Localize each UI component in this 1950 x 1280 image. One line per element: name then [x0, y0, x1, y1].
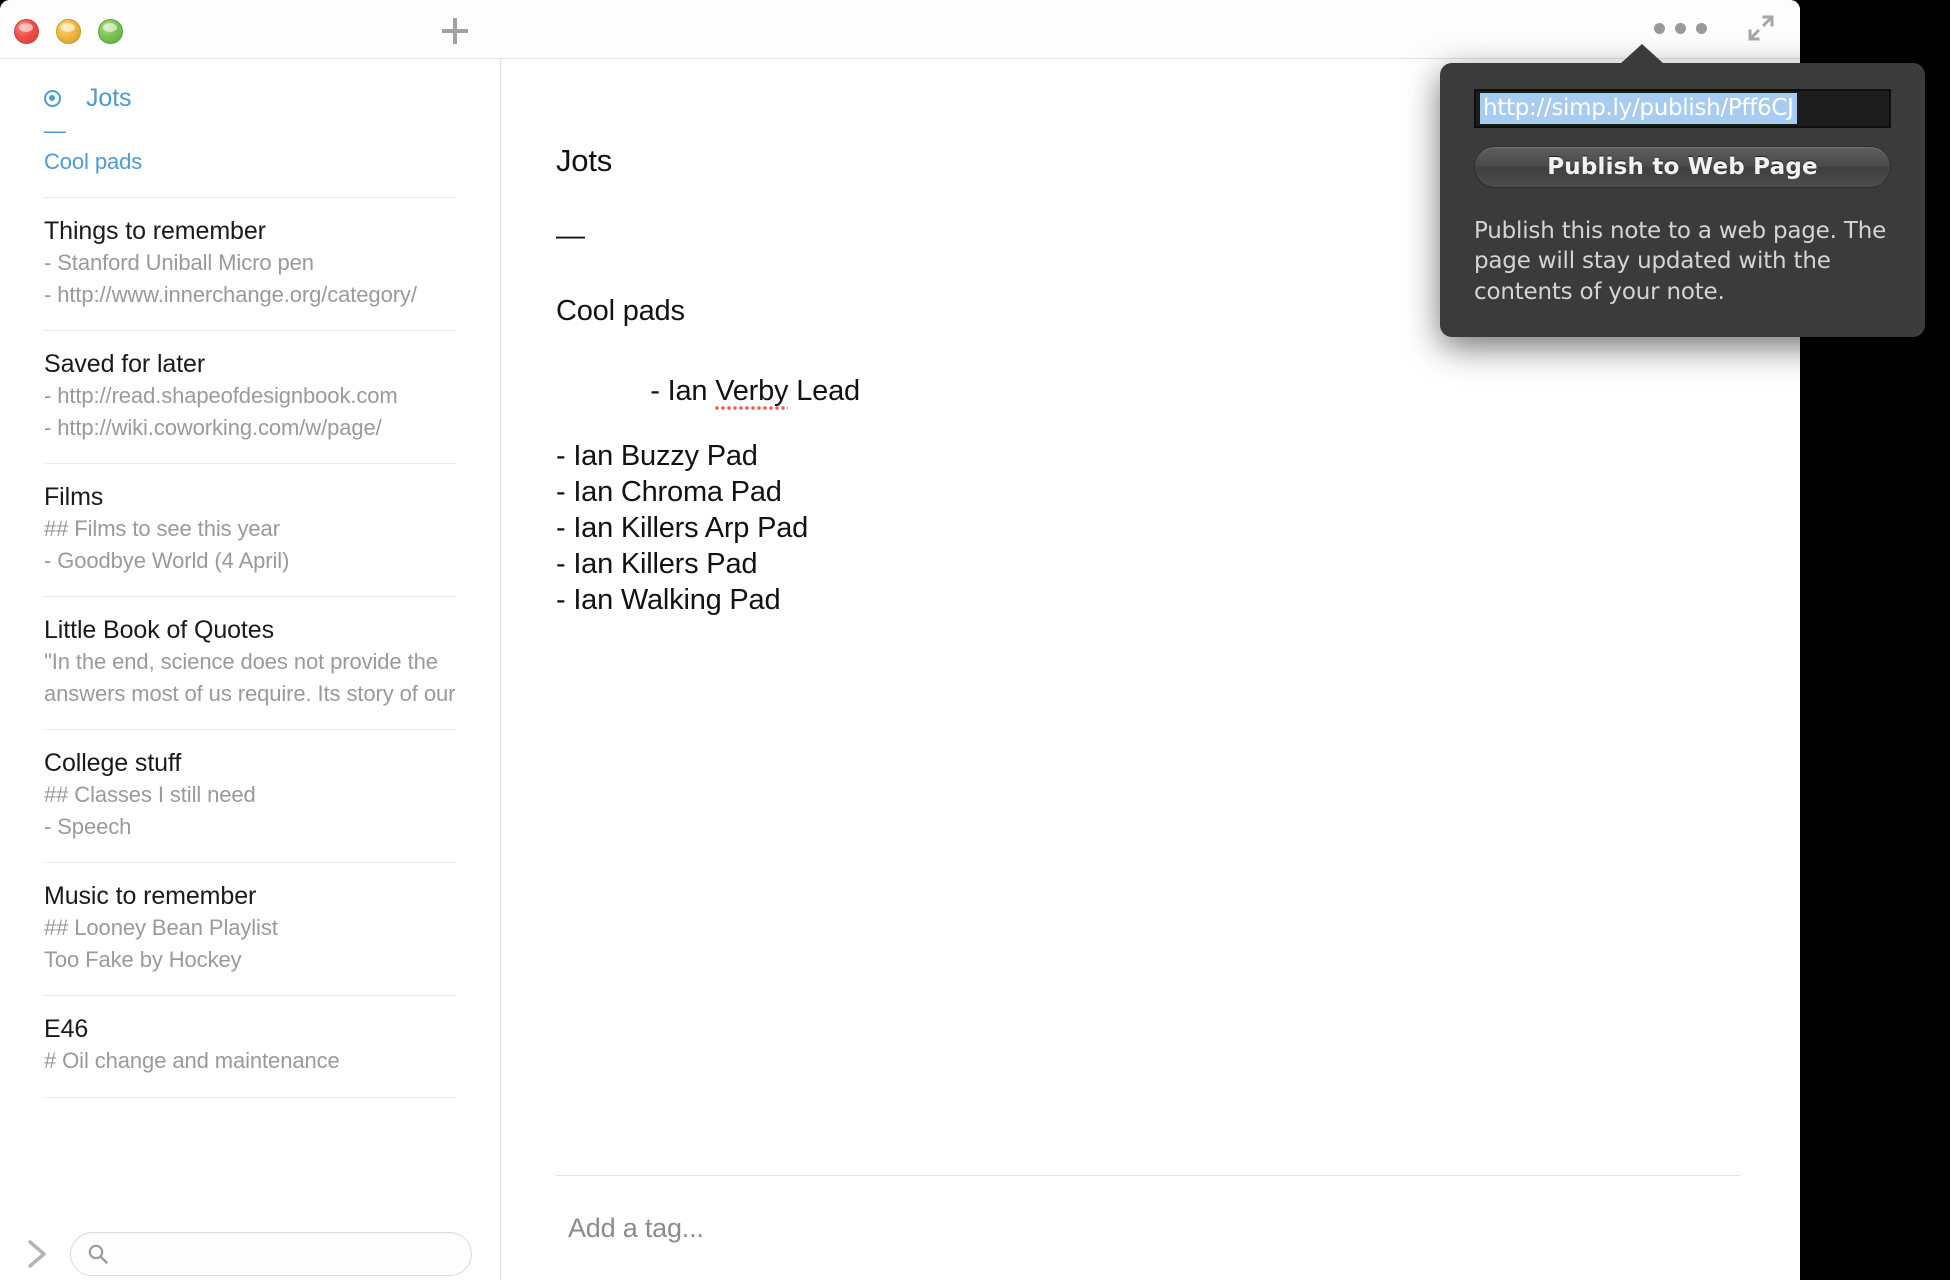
- note-list-item-films[interactable]: Films ## Films to see this year - Goodby…: [0, 464, 500, 596]
- note-preview-line: - Stanford Uniball Micro pen: [44, 250, 314, 276]
- note-preview-line: - http://read.shapeofdesignbook.com: [44, 383, 398, 409]
- publish-button-label: Publish to Web Page: [1547, 154, 1818, 180]
- misspelled-word: Verby: [715, 375, 789, 411]
- plus-icon[interactable]: [440, 16, 470, 46]
- note-title: Little Book of Quotes: [44, 615, 274, 644]
- note-list-item-e46[interactable]: E46 # Oil change and maintenance: [0, 996, 500, 1097]
- screen: Jots — Cool pads Things to remember - St…: [0, 0, 1950, 1280]
- note-preview-line: - http://www.innerchange.org/category/: [44, 281, 417, 307]
- chevron-right-icon[interactable]: [22, 1237, 52, 1271]
- note-editor-list-item: - Ian Buzzy Pad: [556, 440, 758, 472]
- note-preview-line: ## Films to see this year: [44, 516, 280, 542]
- zoom-button[interactable]: [98, 19, 123, 44]
- search-box[interactable]: [70, 1232, 472, 1276]
- note-preview-line: - Speech: [44, 813, 132, 839]
- note-preview-line: —: [44, 117, 66, 143]
- tag-area: [556, 1175, 1740, 1280]
- publish-to-web-popover: http://simp.ly/publish/Pff6CJ Publish to…: [1440, 44, 1925, 338]
- note-preview-line: - http://wiki.coworking.com/w/page/: [44, 414, 382, 440]
- note-list-item-music-to-remember[interactable]: Music to remember ## Looney Bean Playlis…: [0, 863, 500, 995]
- publish-url-field[interactable]: http://simp.ly/publish/Pff6CJ: [1474, 89, 1891, 128]
- window-controls: [1652, 14, 1775, 42]
- close-button[interactable]: [14, 19, 39, 44]
- note-title: Films: [44, 482, 104, 511]
- expand-arrows-icon[interactable]: [1747, 14, 1775, 42]
- more-horizontal-icon[interactable]: [1652, 15, 1709, 42]
- note-preview-line: - Goodbye World (4 April): [44, 547, 290, 573]
- note-preview-line: ## Looney Bean Playlist: [44, 915, 278, 941]
- title-bar: [0, 0, 1800, 59]
- note-list: Jots — Cool pads Things to remember - St…: [0, 59, 500, 1213]
- note-list-item-saved-for-later[interactable]: Saved for later - http://read.shapeofdes…: [0, 331, 500, 463]
- note-title: E46: [44, 1014, 89, 1043]
- list-divider: [44, 1096, 456, 1098]
- published-indicator-icon: [44, 90, 61, 107]
- note-editor-list-item: - Ian Killers Pad: [556, 548, 758, 580]
- list-item-text-prefix: - Ian: [650, 375, 716, 407]
- search-input[interactable]: [119, 1241, 455, 1267]
- note-preview-line: Cool pads: [44, 148, 143, 174]
- note-list-item-jots[interactable]: Jots — Cool pads: [0, 65, 500, 197]
- publish-description: Publish this note to a web page. The pag…: [1474, 218, 1887, 305]
- note-title: Jots: [86, 84, 132, 112]
- publish-to-web-page-button[interactable]: Publish to Web Page: [1474, 146, 1891, 188]
- sidebar-footer: [0, 1213, 500, 1280]
- search-icon: [87, 1243, 109, 1265]
- note-editor-list-item: - Ian Verby Lead: [556, 348, 1740, 435]
- note-preview-line: "In the end, science does not provide th…: [44, 649, 438, 675]
- note-preview-line: # Oil change and maintenance: [44, 1048, 340, 1074]
- note-list-item-little-book-of-quotes[interactable]: Little Book of Quotes "In the end, scien…: [0, 597, 500, 729]
- note-preview-line: Too Fake by Hockey: [44, 946, 242, 972]
- minimize-button[interactable]: [56, 19, 81, 44]
- publish-url-text: http://simp.ly/publish/Pff6CJ: [1480, 93, 1797, 124]
- popover-arrow: [1620, 44, 1664, 64]
- note-title: Saved for later: [44, 349, 206, 378]
- note-preview-line: answers most of us require. Its story of…: [44, 680, 456, 706]
- traffic-lights: [14, 19, 123, 44]
- note-editor-list-item: - Ian Walking Pad: [556, 584, 781, 616]
- note-title: College stuff: [44, 748, 182, 777]
- note-list-sidebar: Jots — Cool pads Things to remember - St…: [0, 59, 501, 1280]
- note-preview-line: ## Classes I still need: [44, 782, 256, 808]
- note-editor-list-item: - Ian Chroma Pad: [556, 476, 782, 508]
- note-list-item-college-stuff[interactable]: College stuff ## Classes I still need - …: [0, 730, 500, 862]
- note-list-item-things-to-remember[interactable]: Things to remember - Stanford Uniball Mi…: [0, 198, 500, 330]
- note-title: Music to remember: [44, 881, 257, 910]
- note-title: Things to remember: [44, 216, 266, 245]
- list-item-text-suffix: Lead: [788, 375, 860, 407]
- note-editor-list-item: - Ian Killers Arp Pad: [556, 512, 809, 544]
- add-tag-input[interactable]: [566, 1212, 1623, 1245]
